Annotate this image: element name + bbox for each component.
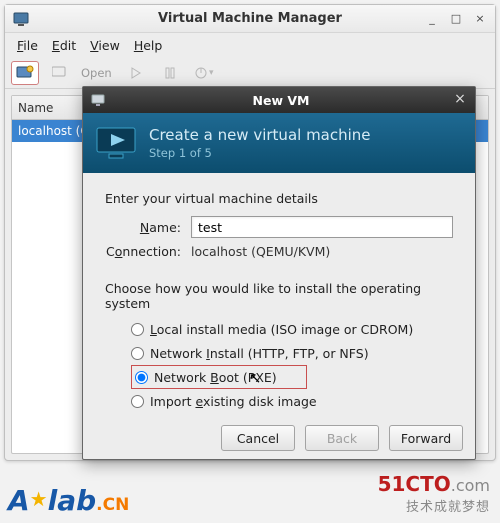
radio-local-media[interactable] <box>131 323 144 336</box>
window-title: Virtual Machine Manager <box>5 5 495 33</box>
dialog-title: New VM <box>87 93 475 108</box>
close-button[interactable]: × <box>471 10 489 28</box>
menu-view[interactable]: View <box>84 36 126 55</box>
dialog-body: Enter your virtual machine details Name:… <box>83 173 475 423</box>
forward-button[interactable]: Forward <box>389 425 463 451</box>
option-network-install[interactable]: Network Install (HTTP, FTP, or NFS) <box>131 341 453 365</box>
radio-network-install[interactable] <box>131 347 144 360</box>
watermark-ailab: A★lab.CN <box>8 484 129 517</box>
menubar: FFileile Edit View Help <box>5 33 495 57</box>
name-label: Name: <box>105 220 191 235</box>
play-icon <box>130 67 142 79</box>
dialog-heading: Create a new virtual machine <box>149 126 371 144</box>
new-vm-button[interactable] <box>11 61 39 85</box>
pause-button[interactable] <box>156 61 184 85</box>
display-icon <box>52 66 66 80</box>
display-play-icon <box>95 125 137 161</box>
open-label: Open <box>79 66 116 80</box>
dialog-titlebar: New VM × <box>83 87 475 113</box>
dialog-footer: Cancel Back Forward <box>221 425 463 451</box>
menu-edit[interactable]: Edit <box>46 36 82 55</box>
option-label: Network Install (HTTP, FTP, or NFS) <box>150 346 369 361</box>
connection-value: localhost (QEMU/KVM) <box>191 244 330 259</box>
watermark-51cto: 51CTO.com 技术成就梦想 <box>378 472 490 515</box>
toolbar: Open ▾ <box>5 57 495 89</box>
power-icon <box>194 66 208 80</box>
name-input[interactable] <box>191 216 453 238</box>
open-vm-button[interactable] <box>45 61 73 85</box>
new-vm-dialog: New VM × Create a new virtual machine St… <box>82 86 476 460</box>
option-network-boot[interactable]: Network Boot (PXE) <box>131 365 307 389</box>
back-button: Back <box>305 425 379 451</box>
connection-row: Connection: localhost (QEMU/KVM) <box>105 244 453 259</box>
display-icon <box>13 11 29 27</box>
choose-text: Choose how you would like to install the… <box>105 281 453 311</box>
option-label: Network Boot (PXE) <box>154 370 277 385</box>
radio-network-boot[interactable] <box>135 371 148 384</box>
dialog-step: Step 1 of 5 <box>149 146 371 160</box>
option-label: Local install media (ISO image or CDROM) <box>150 322 413 337</box>
option-label: Import existing disk image <box>150 394 317 409</box>
menu-help[interactable]: Help <box>128 36 169 55</box>
option-import-disk[interactable]: Import existing disk image <box>131 389 453 413</box>
name-row: Name: <box>105 216 453 238</box>
dialog-header: Create a new virtual machine Step 1 of 5 <box>83 113 475 173</box>
pause-icon <box>164 67 176 79</box>
run-button[interactable] <box>122 61 150 85</box>
maximize-button[interactable]: □ <box>447 10 465 28</box>
connection-label: Connection: <box>105 244 191 259</box>
menu-file[interactable]: FFileile <box>11 36 44 55</box>
option-local-media[interactable]: Local install media (ISO image or CDROM) <box>131 317 453 341</box>
dialog-close-button[interactable]: × <box>451 91 469 109</box>
cancel-button[interactable]: Cancel <box>221 425 295 451</box>
radio-import-disk[interactable] <box>131 395 144 408</box>
main-titlebar: Virtual Machine Manager _ □ × <box>5 5 495 33</box>
minimize-button[interactable]: _ <box>423 10 441 28</box>
display-new-icon <box>16 65 34 81</box>
shutdown-button[interactable]: ▾ <box>190 61 218 85</box>
window-controls: _ □ × <box>423 10 489 28</box>
dialog-header-text: Create a new virtual machine Step 1 of 5 <box>149 126 371 160</box>
intro-text: Enter your virtual machine details <box>105 191 453 206</box>
